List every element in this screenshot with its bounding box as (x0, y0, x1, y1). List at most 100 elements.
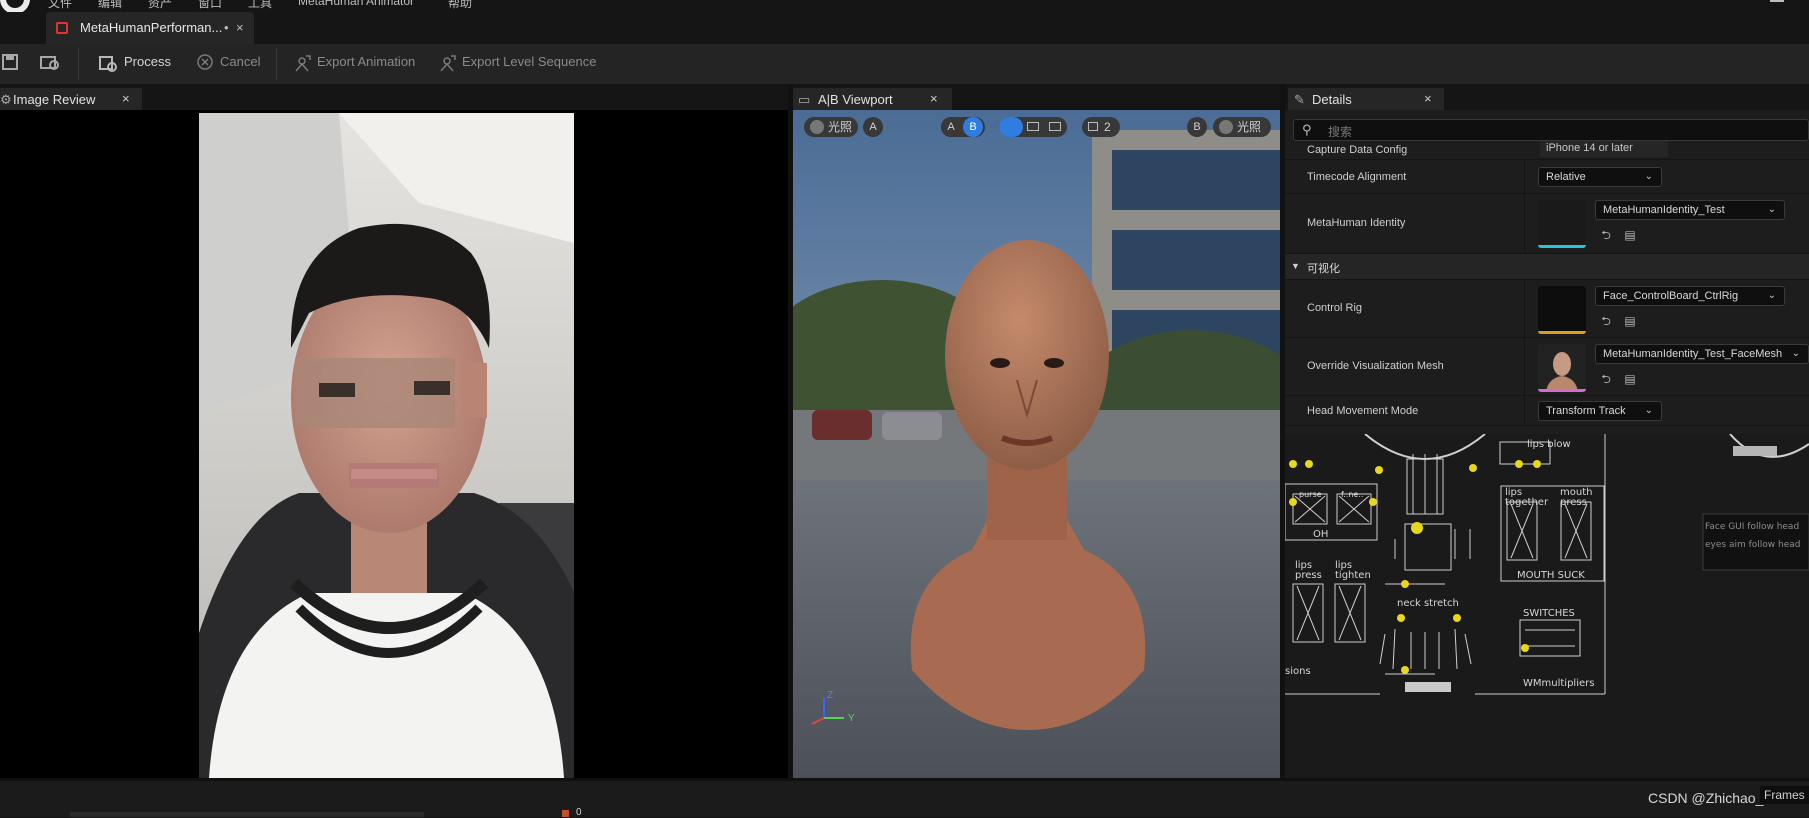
layout-wipe-icon[interactable] (1027, 122, 1039, 131)
funnel-label: f..ne.. (1341, 490, 1364, 499)
neck-stretch-label: neck stretch (1397, 598, 1459, 609)
control-rig-thumbnail[interactable] (1538, 286, 1586, 334)
column-divider (1524, 396, 1525, 425)
control-dot[interactable] (1401, 580, 1409, 588)
toggle-b-button[interactable]: B (963, 117, 983, 137)
section-visualization[interactable]: ▼ 可视化 (1285, 254, 1809, 280)
control-dot[interactable] (1533, 460, 1541, 468)
lighting-a-label: 光照 (828, 120, 853, 134)
use-selected-icon[interactable]: ⮌ (1599, 372, 1613, 386)
override-mesh-dropdown[interactable]: MetaHumanIdentity_Test_FaceMesh ⌄ (1595, 344, 1809, 364)
menu-assets[interactable]: 资产 (148, 0, 172, 11)
menu-tools[interactable]: 工具 (248, 0, 272, 11)
menu-file[interactable]: 文件 (48, 0, 72, 11)
layout-dual-icon[interactable] (1049, 122, 1061, 131)
control-dot[interactable] (1397, 614, 1405, 622)
cancel-icon[interactable] (195, 53, 215, 73)
override-mesh-label: Override Visualization Mesh (1307, 360, 1444, 372)
browse-icon[interactable]: ▤ (1623, 372, 1637, 386)
menu-help[interactable]: 帮助 (448, 0, 472, 11)
use-selected-icon[interactable]: ⮌ (1599, 314, 1613, 328)
identity-dropdown[interactable]: MetaHumanIdentity_Test ⌄ (1595, 200, 1785, 220)
view-a-button[interactable]: A (863, 117, 883, 137)
property-row-timecode: Timecode Alignment Relative ⌄ (1285, 160, 1809, 194)
control-dot[interactable] (1305, 460, 1313, 468)
control-dot[interactable] (1515, 460, 1523, 468)
image-review-close-icon[interactable]: × (122, 91, 130, 106)
export-animation-icon[interactable] (292, 53, 312, 73)
tab-details[interactable]: ✎ Details × (1288, 88, 1444, 110)
panel-splitter[interactable] (788, 84, 793, 778)
control-dot[interactable] (1369, 498, 1377, 506)
save-icon[interactable] (0, 53, 20, 73)
ab-viewport[interactable]: Z Y 光照 A A B 2 B 光照 (792, 110, 1280, 778)
layout-single-icon[interactable] (999, 117, 1023, 137)
property-row-override-mesh: Override Visualization Mesh MetaHumanIde… (1285, 338, 1809, 396)
control-rig-board: lips blow purse f..ne.. OH lips together… (1285, 434, 1809, 778)
control-dot[interactable] (1521, 644, 1529, 652)
browse-icon[interactable]: ▤ (1623, 228, 1637, 242)
control-dot[interactable] (1289, 460, 1297, 468)
lips-tighten-label: lips tighten (1335, 560, 1371, 581)
timecode-dropdown[interactable]: Relative ⌄ (1538, 167, 1662, 187)
property-row-control-rig: Control Rig Face_ControlBoard_CtrlRig ⌄ … (1285, 280, 1809, 338)
head-movement-label: Head Movement Mode (1307, 405, 1419, 417)
document-tab[interactable]: MetaHumanPerforman... • × (46, 12, 254, 44)
override-mesh-thumbnail[interactable] (1538, 344, 1586, 392)
playhead-icon[interactable] (562, 810, 569, 817)
control-dot[interactable] (1401, 666, 1409, 674)
purse-label: purse (1299, 490, 1322, 499)
identity-asset-color-bar (1538, 245, 1586, 248)
view-b-button[interactable]: B (1187, 117, 1207, 137)
document-tab-bar: MetaHumanPerforman... • × (0, 12, 1809, 44)
timeline-bar: 0 CSDN @Zhichao_97 Frames (0, 778, 1809, 818)
control-rig-asset-color-bar (1538, 331, 1586, 334)
head-movement-dropdown[interactable]: Transform Track ⌄ (1538, 401, 1662, 421)
control-dot[interactable] (1289, 498, 1297, 506)
details-search-input[interactable]: ⚲ 搜索 (1293, 119, 1809, 141)
export-level-sequence-icon[interactable] (437, 53, 457, 73)
document-tab-close-icon[interactable]: × (236, 20, 244, 35)
camera-count-button[interactable]: 2 (1082, 117, 1120, 137)
export-level-sequence-button[interactable]: Export Level Sequence (462, 54, 596, 69)
column-divider (1524, 194, 1525, 253)
identity-label: MetaHuman Identity (1307, 217, 1406, 229)
tab-ab-viewport[interactable]: ▭ A|B Viewport × (792, 88, 952, 110)
lighting-icon (1219, 120, 1233, 134)
export-animation-button[interactable]: Export Animation (317, 54, 415, 69)
menu-metahuman-animator[interactable]: MetaHuman Animator (298, 0, 414, 8)
override-mesh-asset-color-bar (1538, 389, 1586, 392)
column-divider (1524, 160, 1525, 193)
identity-thumbnail[interactable] (1538, 200, 1586, 248)
viewport-close-icon[interactable]: × (930, 91, 938, 106)
menu-edit[interactable]: 编辑 (98, 0, 122, 11)
browse-asset-icon[interactable] (40, 53, 60, 73)
process-icon[interactable] (98, 53, 118, 73)
tab-image-review[interactable]: ⚙ Image Review × (0, 88, 142, 110)
oh-label: OH (1313, 529, 1329, 540)
control-board-graphics (1285, 434, 1809, 695)
lighting-a-button[interactable]: 光照 (804, 117, 858, 137)
details-close-icon[interactable]: × (1424, 91, 1432, 106)
lighting-b-button[interactable]: 光照 (1213, 117, 1271, 137)
use-selected-icon[interactable]: ⮌ (1599, 228, 1613, 242)
menu-window[interactable]: 窗口 (198, 0, 222, 11)
timeline-scrubber-track[interactable] (70, 812, 424, 817)
control-rig-dropdown[interactable]: Face_ControlBoard_CtrlRig ⌄ (1595, 286, 1785, 306)
control-dot[interactable] (1411, 522, 1423, 534)
expressions-label: sions (1285, 666, 1311, 677)
control-rig-label: Control Rig (1307, 302, 1363, 314)
cancel-button[interactable]: Cancel (220, 54, 260, 69)
toggle-a-button[interactable]: A (941, 117, 961, 137)
eyes-aim-follow-head-label: eyes aim follow head (1705, 540, 1801, 550)
capture-config-value[interactable]: iPhone 14 or later (1540, 141, 1668, 157)
document-tab-label: MetaHumanPerforman... (80, 20, 223, 35)
control-dot[interactable] (1469, 464, 1477, 472)
frames-label[interactable]: Frames (1760, 786, 1809, 804)
performance-asset-icon (56, 22, 68, 34)
process-button[interactable]: Process (124, 54, 171, 69)
control-dot[interactable] (1375, 466, 1383, 474)
minimize-icon[interactable] (1770, 0, 1784, 2)
browse-icon[interactable]: ▤ (1623, 314, 1637, 328)
control-dot[interactable] (1453, 614, 1461, 622)
